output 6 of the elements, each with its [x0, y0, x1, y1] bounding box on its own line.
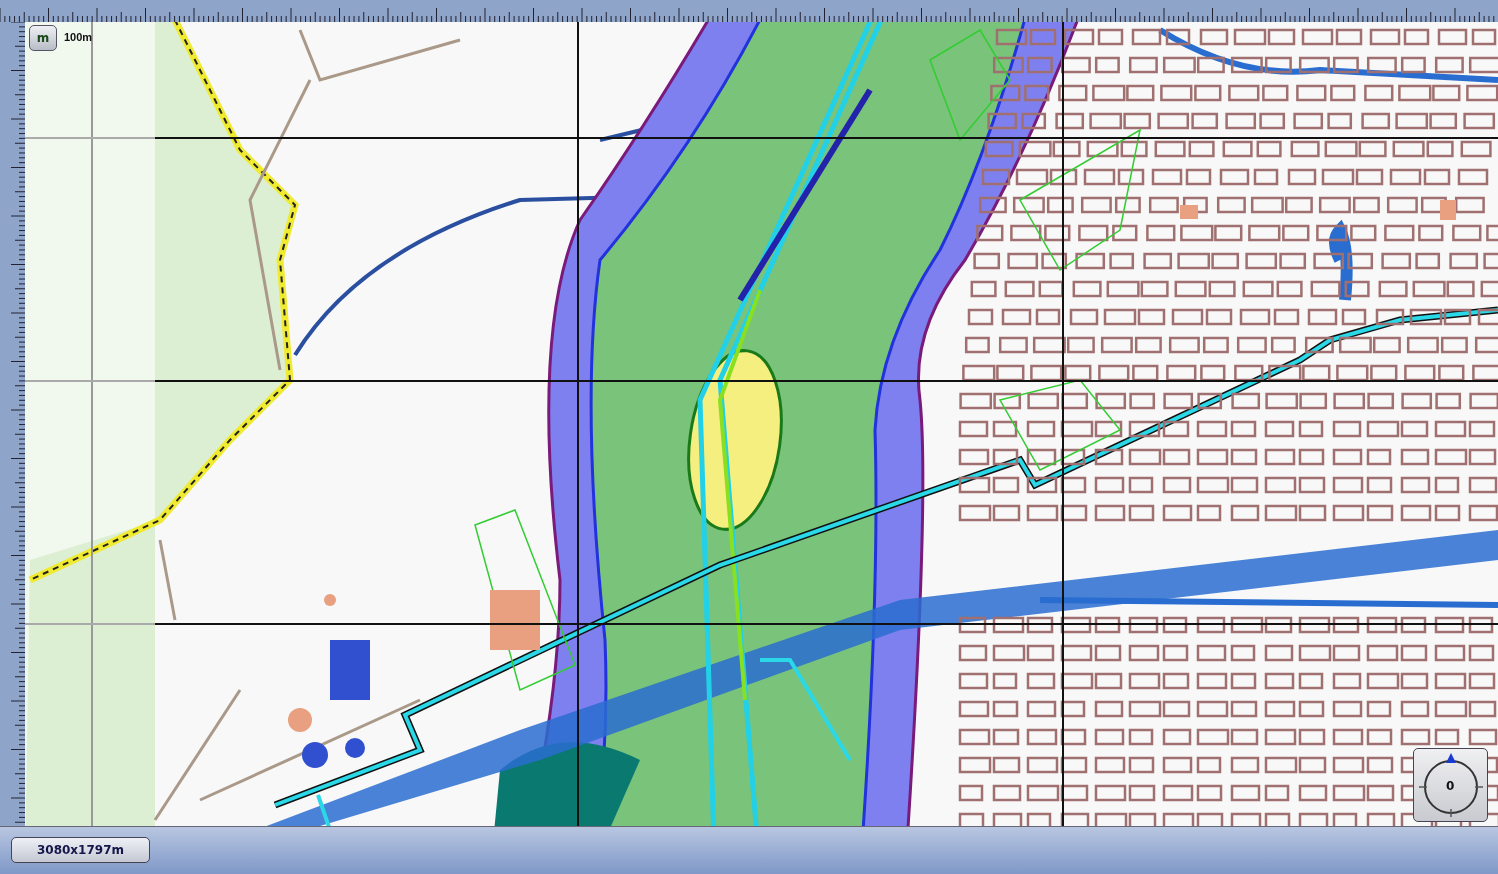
extent-button[interactable]: 3080x1797m — [11, 837, 150, 863]
scale-label: 100m — [64, 31, 93, 43]
unit-button[interactable]: m — [29, 25, 57, 51]
compass-button[interactable]: 0 — [1413, 748, 1488, 822]
map-drawing[interactable] — [25, 22, 1498, 826]
compass-icon — [1419, 753, 1483, 817]
